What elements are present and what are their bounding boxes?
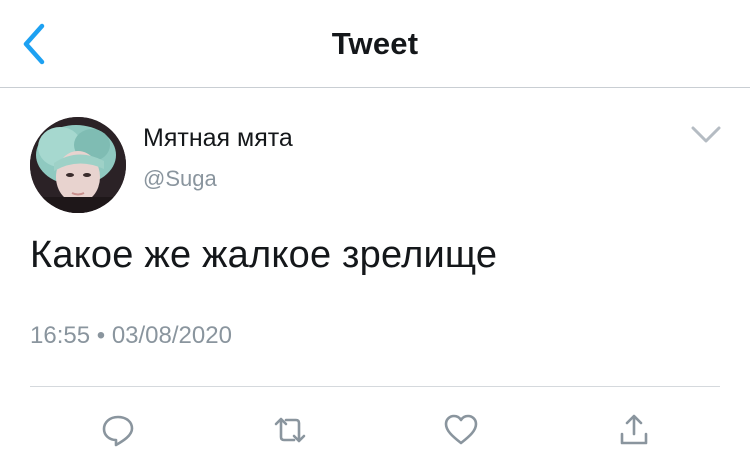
- meta-separator: •: [96, 322, 106, 349]
- top-nav-bar: Tweet: [0, 0, 750, 88]
- share-icon: [620, 414, 648, 445]
- retweet-button[interactable]: [270, 410, 310, 450]
- chevron-down-icon: [691, 126, 721, 143]
- divider: [30, 386, 720, 387]
- like-icon: [444, 414, 478, 445]
- avatar[interactable]: [30, 117, 126, 213]
- tweet-timestamp: 16:55 • 03/08/2020: [30, 322, 232, 350]
- tweet-date: 03/08/2020: [111, 322, 232, 349]
- avatar-image: [30, 117, 126, 213]
- share-button[interactable]: [614, 410, 654, 450]
- reply-icon: [102, 415, 134, 447]
- user-handle[interactable]: @Suga: [143, 166, 217, 192]
- like-button[interactable]: [441, 410, 481, 450]
- tweet-time: 16:55: [30, 322, 91, 349]
- more-options-button[interactable]: [690, 124, 722, 146]
- reply-button[interactable]: [98, 410, 138, 450]
- retweet-icon: [274, 417, 306, 443]
- tweet-text: Какое же жалкое зрелище: [30, 234, 498, 276]
- display-name[interactable]: Мятная мята: [143, 124, 293, 153]
- page-title: Tweet: [331, 26, 419, 61]
